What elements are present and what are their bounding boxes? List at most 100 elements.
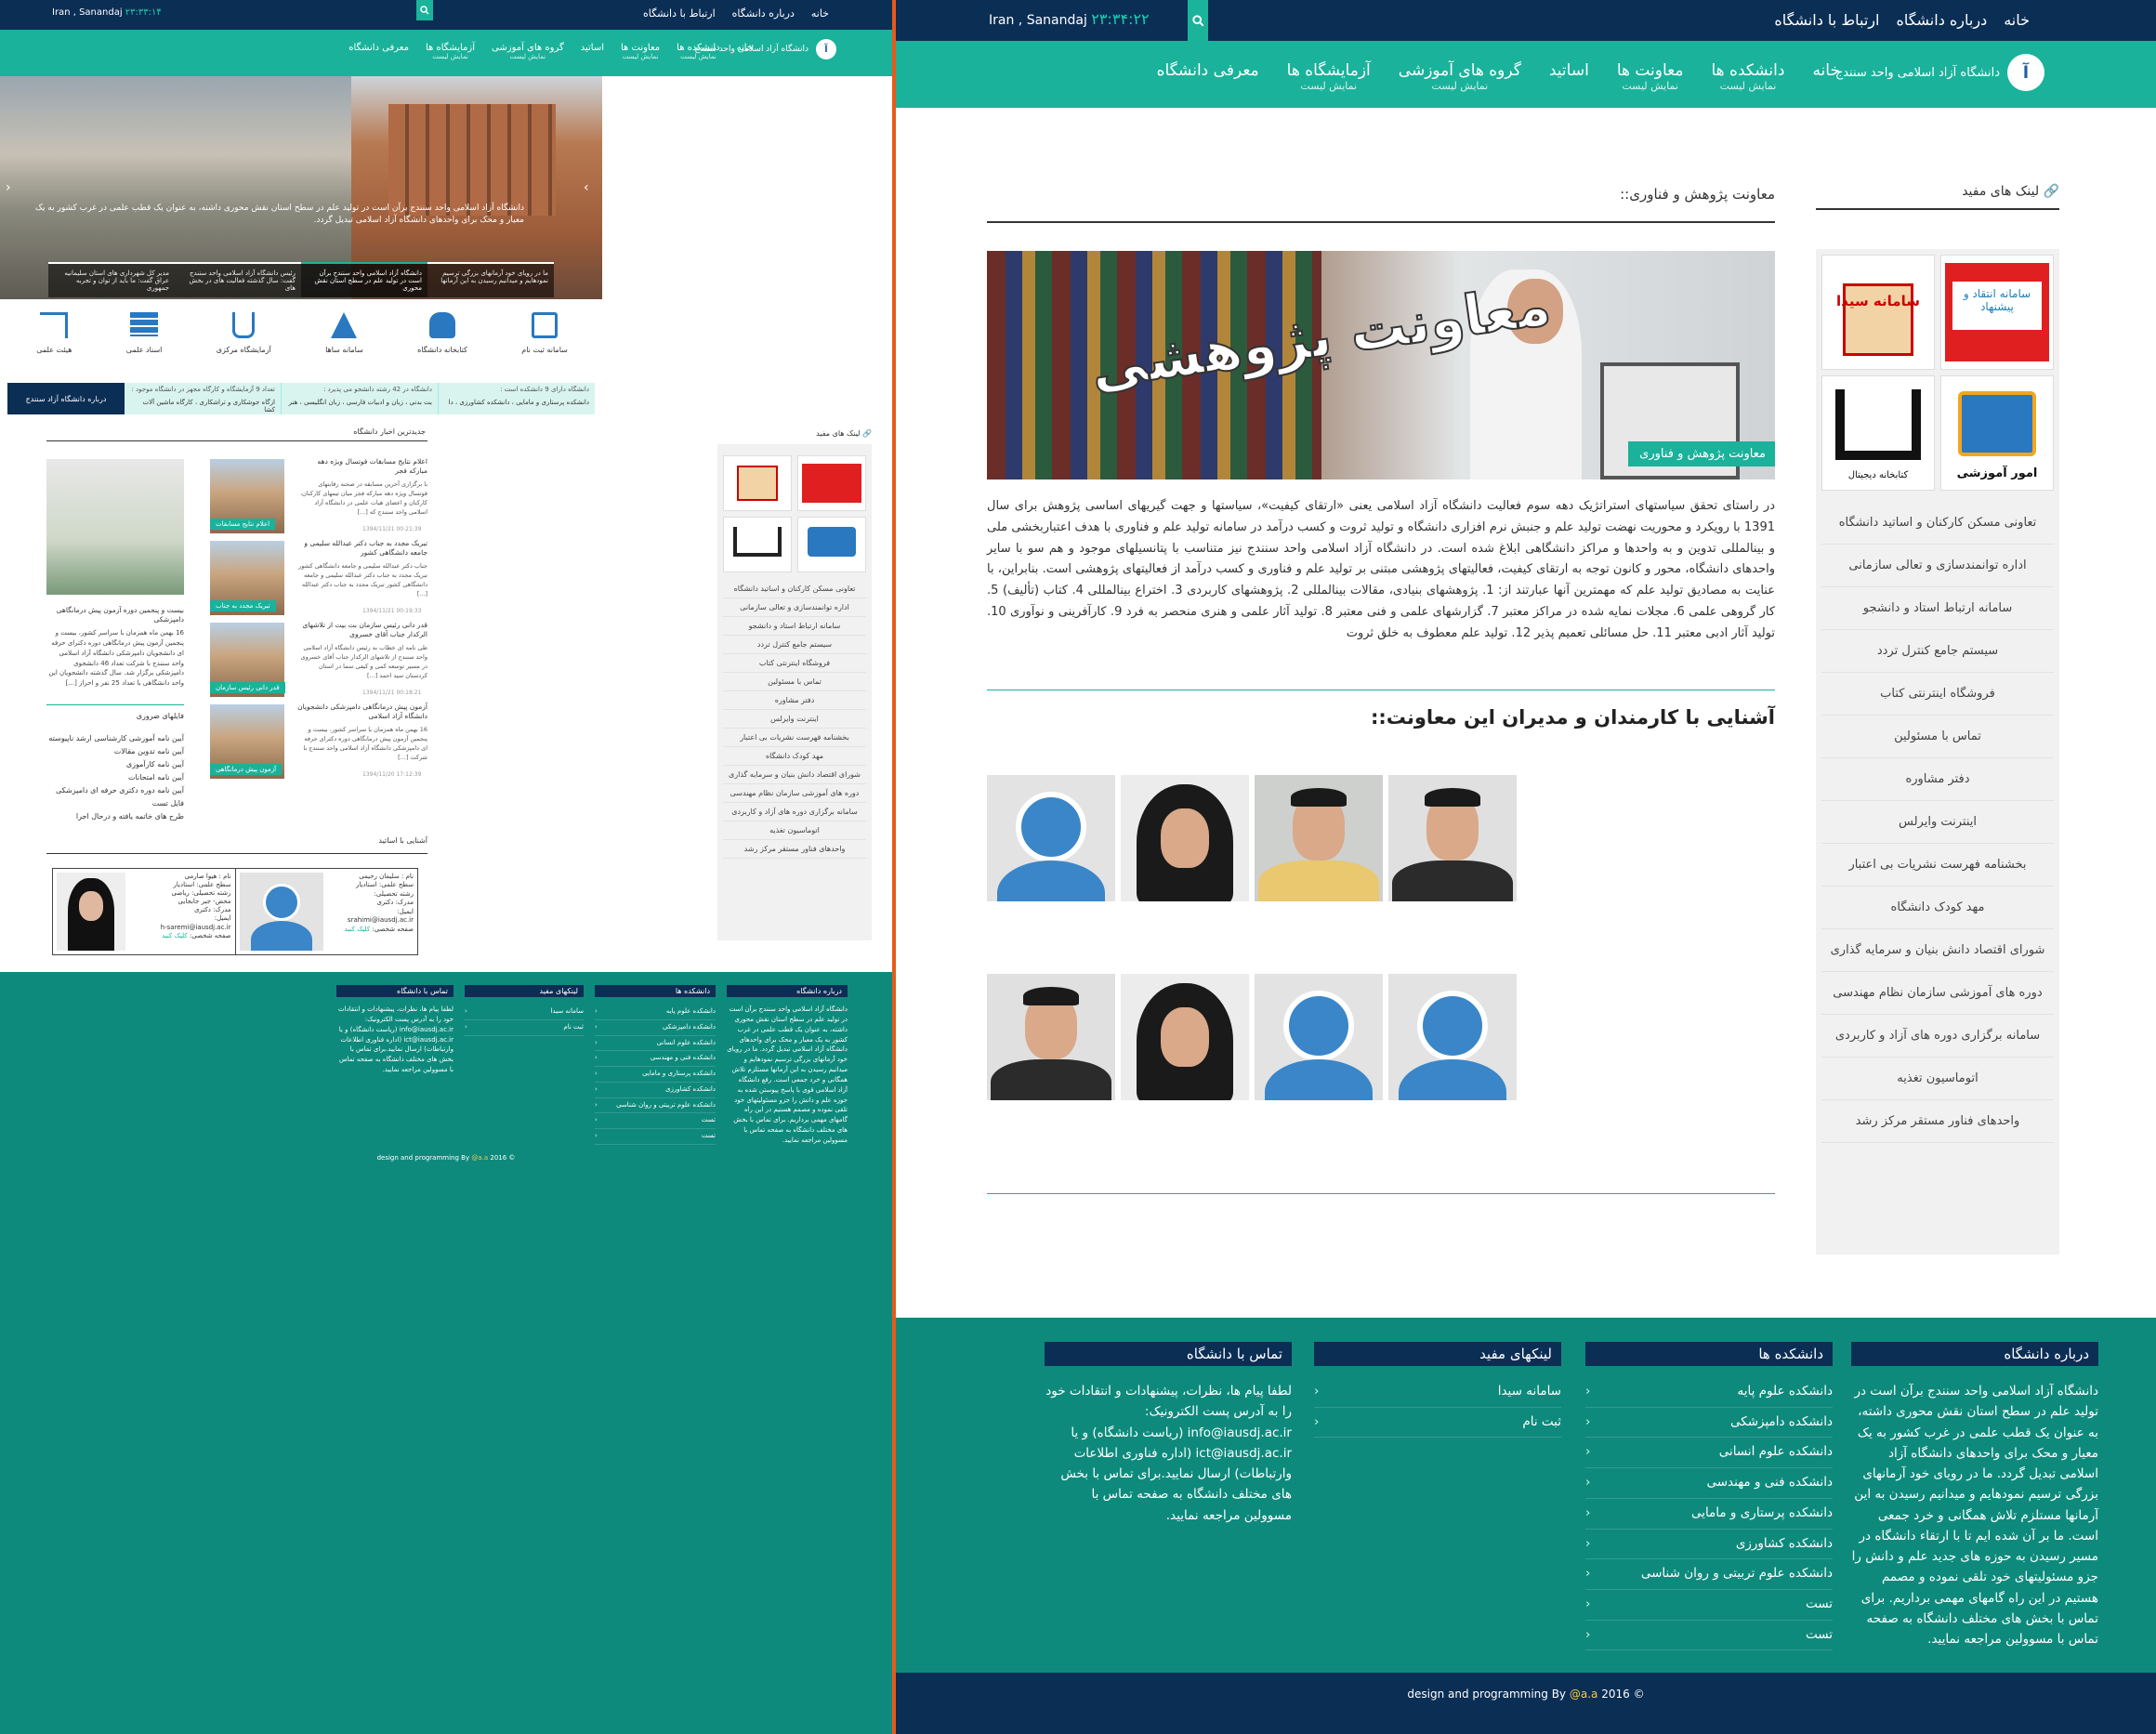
top-link-about[interactable]: درباره دانشگاه: [1896, 11, 1987, 29]
prof-page-link[interactable]: کلیک کنید: [162, 932, 187, 939]
sida-badge[interactable]: [723, 455, 792, 511]
digital-library-badge[interactable]: کتابخانه دیجیتال: [1821, 375, 1935, 491]
nav-faculties[interactable]: دانشکده ها نمایش لیست: [677, 43, 719, 60]
useful-link-item[interactable]: اینترنت وایرلس: [1821, 801, 2054, 844]
news-title[interactable]: قدر دانی رئیس سازمان بت بیت از تلاشهای ا…: [297, 621, 427, 639]
footer-link-item[interactable]: دانشکده علوم انسانی: [1585, 1438, 1833, 1469]
nav-faculties[interactable]: دانشکده ها نمایش لیست: [1711, 61, 1784, 92]
file-link[interactable]: فایل تست: [46, 797, 184, 810]
service-central-lab[interactable]: آزمایشگاه مرکزی: [217, 312, 271, 368]
useful-link-item[interactable]: سیستم جامع کنترل تردد: [723, 636, 866, 654]
footer-link-item[interactable]: دانشکده فنی و مهندسی: [595, 1051, 716, 1067]
useful-link-item[interactable]: سامانه برگزاری دوره های آزاد و کاربردی: [723, 803, 866, 821]
useful-link-item[interactable]: شورای اقتصاد دانش بنیان و سرمایه گذاری: [723, 766, 866, 784]
prev-arrow-icon[interactable]: ‹: [6, 180, 11, 195]
footer-link-item[interactable]: دانشکده دامپزشکی: [595, 1020, 716, 1036]
useful-link-item[interactable]: دوره های آموزشی سازمان نظام مهندسی: [1821, 972, 2054, 1015]
useful-link-item[interactable]: سامانه ارتباط استاد و دانشجو: [723, 617, 866, 636]
footer-link-item[interactable]: سامانه سیدا: [465, 1005, 584, 1020]
prof-page-link[interactable]: کلیک کنید: [345, 926, 370, 933]
footer-link-item[interactable]: ثبت نام: [465, 1020, 584, 1036]
hero-thumb[interactable]: مدیر کل شهرداری های استان سلیمانیه عراق …: [48, 262, 175, 297]
footer-link-item[interactable]: تست: [1585, 1590, 1833, 1621]
top-link-about[interactable]: درباره دانشگاه: [732, 7, 795, 20]
useful-link-item[interactable]: اتوماسیون تغذیه: [723, 821, 866, 840]
nav-groups[interactable]: گروه های آموزشی نمایش لیست: [492, 43, 564, 60]
useful-link-item[interactable]: بخشنامه فهرست نشریات بی اعتبار: [1821, 844, 2054, 887]
footer-link-item[interactable]: دانشکده علوم انسانی: [595, 1036, 716, 1052]
useful-link-item[interactable]: سامانه ارتباط استاد و دانشجو: [1821, 587, 2054, 630]
file-link[interactable]: آیین نامه امتحانات: [46, 771, 184, 784]
useful-link-item[interactable]: مهد کودک دانشگاه: [1821, 887, 2054, 929]
nav-deputies[interactable]: معاونت ها نمایش لیست: [1617, 61, 1684, 92]
hero-thumb-active[interactable]: دانشگاه آزاد اسلامی واحد سنندج برآن است …: [301, 262, 427, 297]
useful-link-item[interactable]: تماس با مسئولین: [723, 673, 866, 691]
nav-home[interactable]: خانه: [737, 43, 753, 60]
copyright-author[interactable]: @a.a: [1570, 1688, 1598, 1701]
useful-link-item[interactable]: اداره توانمندسازی و تعالی سازمانی: [723, 598, 866, 617]
footer-link-item[interactable]: دانشکده کشاورزی: [595, 1083, 716, 1098]
useful-link-item[interactable]: دوره های آموزشی سازمان نظام مهندسی: [723, 784, 866, 803]
critique-badge[interactable]: [797, 455, 866, 511]
hero-thumb[interactable]: ما در رویای خود آرمانهای بزرگی ترسیم نمو…: [427, 262, 554, 297]
search-button[interactable]: [1188, 0, 1208, 41]
useful-link-item[interactable]: اینترنت وایرلس: [723, 710, 866, 729]
news-image[interactable]: تبریک مجدد به جناب: [210, 541, 284, 615]
service-saha[interactable]: سامانه ساها: [325, 312, 363, 368]
footer-link-item[interactable]: دانشکده پرستاری و مامایی: [595, 1067, 716, 1083]
prof-email[interactable]: srahimi@iausdj.ac.ir: [323, 916, 414, 925]
file-link[interactable]: آیین نامه دوره دکتری حرفه ای دامپزشکی: [46, 784, 184, 797]
search-button[interactable]: [416, 0, 433, 20]
footer-link-item[interactable]: دانشکده علوم پایه: [595, 1005, 716, 1020]
hero-thumb[interactable]: رئیس دانشگاه آزاد اسلامی واحد سنندج گفت:…: [175, 262, 301, 297]
useful-link-item[interactable]: مهد کودک دانشگاه: [723, 747, 866, 766]
file-link[interactable]: آیین نامه آموزشی کارشناسی ارشد ناپیوسته: [46, 732, 184, 745]
footer-link-item[interactable]: دانشکده علوم تربیتی و روان شناسی: [595, 1098, 716, 1114]
useful-link-item[interactable]: دفتر مشاوره: [1821, 758, 2054, 801]
footer-link-item[interactable]: تست: [595, 1129, 716, 1145]
file-link[interactable]: آیین نامه کارآموزی: [46, 758, 184, 771]
nav-professors[interactable]: اساتید: [1549, 61, 1589, 92]
service-library[interactable]: کتابخانه دانشگاه: [417, 312, 467, 368]
footer-link-item[interactable]: دانشکده کشاورزی: [1585, 1530, 1833, 1560]
news-image[interactable]: آزمون پیش درمانگاهی: [210, 704, 284, 779]
education-badge[interactable]: [797, 517, 866, 572]
prof-email[interactable]: h-saremi@iausdj.ac.ir: [125, 924, 231, 932]
nav-labs[interactable]: آزمایشگاه ها نمایش لیست: [1287, 61, 1371, 92]
useful-link-item[interactable]: تعاونی مسکن کارکنان و اساتید دانشگاه: [1821, 502, 2054, 545]
nav-home[interactable]: خانه: [1812, 61, 1840, 92]
service-documents[interactable]: اسناد علمی: [126, 312, 162, 368]
footer-link-item[interactable]: دانشکده پرستاری و مامایی: [1585, 1499, 1833, 1530]
useful-link-item[interactable]: واحدهای فناور مستقر مرکز رشد: [1821, 1100, 2054, 1143]
useful-link-item[interactable]: سامانه برگزاری دوره های آزاد و کاربردی: [1821, 1015, 2054, 1057]
university-logo[interactable]: آ دانشگاه آزاد اسلامی واحد سنندج: [1835, 54, 2044, 91]
digital-library-badge[interactable]: [723, 517, 792, 572]
news-title[interactable]: اعلام نتایج مسابقات فوتسال ویژه دهه مبار…: [297, 457, 427, 476]
useful-link-item[interactable]: تعاونی مسکن کارکنان و اساتید دانشگاه: [723, 580, 866, 598]
copyright-author[interactable]: @a.a: [471, 1154, 488, 1162]
feature-news-title[interactable]: بیست و پنجمین دوره آزمون پیش درمانگاهی د…: [46, 606, 184, 624]
footer-link-item[interactable]: سامانه سیدا: [1314, 1377, 1561, 1408]
footer-link-item[interactable]: ثبت نام: [1314, 1408, 1561, 1438]
footer-link-item[interactable]: دانشکده علوم پایه: [1585, 1377, 1833, 1408]
nav-intro[interactable]: معرفی دانشگاه: [348, 43, 409, 60]
file-link[interactable]: طرح های خاتمه یافته و درحال اجرا: [46, 810, 184, 823]
nav-groups[interactable]: گروه های آموزشی نمایش لیست: [1399, 61, 1521, 92]
file-link[interactable]: آیین نامه تدوین مقالات: [46, 745, 184, 758]
useful-link-item[interactable]: سیستم جامع کنترل تردد: [1821, 630, 2054, 673]
useful-link-item[interactable]: شورای اقتصاد دانش بنیان و سرمایه گذاری: [1821, 929, 2054, 972]
footer-link-item[interactable]: تست: [595, 1113, 716, 1129]
useful-link-item[interactable]: واحدهای فناور مستقر مرکز رشد: [723, 840, 866, 859]
nav-labs[interactable]: آزمایشگاه ها نمایش لیست: [426, 43, 475, 60]
useful-link-item[interactable]: دفتر مشاوره: [723, 691, 866, 710]
footer-link-item[interactable]: تست: [1585, 1621, 1833, 1651]
useful-link-item[interactable]: فروشگاه اینترنتی کتاب: [723, 654, 866, 673]
critique-badge[interactable]: سامانه انتقاد و پیشنهاد: [1940, 255, 2054, 370]
news-title[interactable]: آزمون پیش درمانگاهی دامپزشکی دانشجویان د…: [297, 703, 427, 721]
footer-link-item[interactable]: دانشکده دامپزشکی: [1585, 1408, 1833, 1438]
nav-professors[interactable]: اساتید: [581, 43, 604, 60]
useful-link-item[interactable]: فروشگاه اینترنتی کتاب: [1821, 673, 2054, 716]
useful-link-item[interactable]: تماس با مسئولین: [1821, 716, 2054, 758]
footer-link-item[interactable]: دانشکده علوم تربیتی و روان شناسی: [1585, 1559, 1833, 1591]
news-title[interactable]: تبریک مجدد به جناب دکتر عبدالله سلیمی و …: [297, 539, 427, 558]
